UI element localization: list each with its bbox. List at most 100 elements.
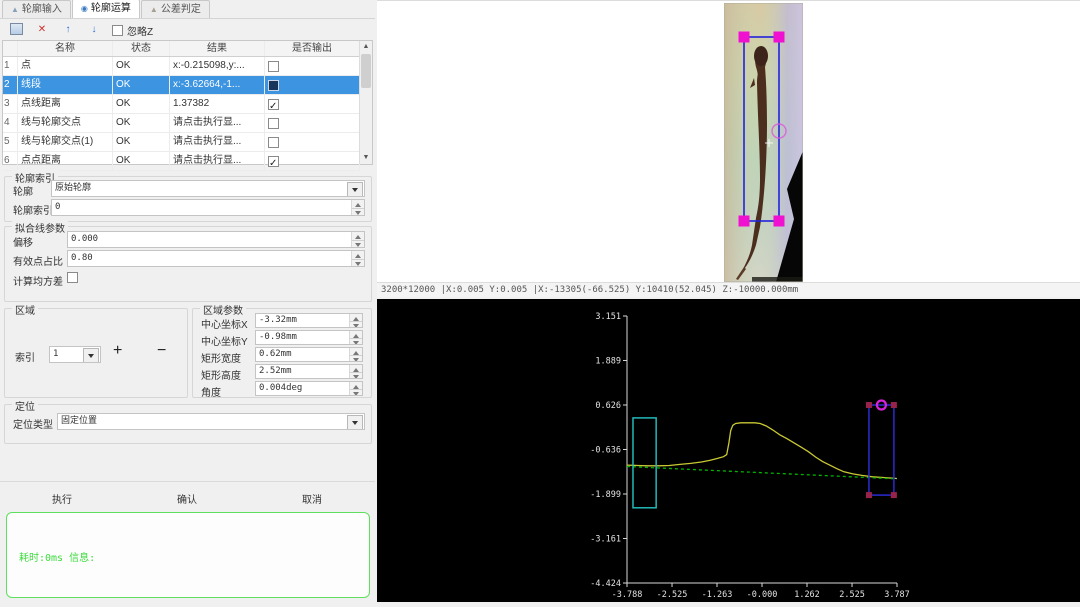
cancel-button[interactable]: 取消 (282, 491, 342, 506)
rms-checkbox[interactable] (67, 272, 78, 283)
spin-up-icon[interactable] (351, 200, 364, 208)
spin-down-icon[interactable] (351, 259, 364, 267)
spin-down-icon[interactable] (349, 338, 362, 345)
table-toolbar: ▾ ✕ ↑ ↓ 忽略Z (0, 21, 375, 39)
group-title: 定位 (12, 398, 38, 413)
camera-view[interactable] (377, 0, 1080, 283)
contour-index-group: 轮廓索引 轮廓 轮廓索引 原始轮廓 0 (4, 176, 372, 222)
measure-handle (866, 492, 872, 498)
col-header-output[interactable]: 是否输出 (265, 41, 360, 56)
rect-height-label: 矩形高度 (201, 367, 241, 382)
valid-ratio-input[interactable]: 0.80 (67, 250, 365, 267)
position-type-label: 定位类型 (13, 416, 53, 431)
output-checkbox[interactable] (268, 61, 279, 72)
spin-down-icon[interactable] (351, 208, 364, 216)
add-region-button[interactable]: + (113, 342, 122, 360)
table-row[interactable]: 4 线与轮廓交点 OK 请点击执行显... (3, 114, 360, 133)
delete-item-button[interactable]: ✕ (34, 23, 50, 37)
col-header-result[interactable]: 结果 (170, 41, 265, 56)
spin-down-icon[interactable] (349, 355, 362, 362)
contour-compute-icon: ◉ (81, 5, 88, 13)
spin-up-icon[interactable] (349, 382, 362, 389)
rect-height-input[interactable]: 2.52mm (255, 364, 363, 379)
ignore-z-label: 忽略Z (127, 23, 153, 38)
spin-up-icon[interactable] (351, 232, 364, 240)
region-index-select[interactable]: 1 (49, 346, 101, 363)
roi-corner-handles (739, 32, 785, 227)
y-tick-label: 1.889 (595, 356, 621, 366)
spin-down-icon[interactable] (349, 372, 362, 379)
remove-region-button[interactable]: − (157, 342, 166, 360)
ignore-z-checkbox[interactable] (112, 25, 123, 36)
x-tick-label: -3.788 (612, 590, 643, 600)
spin-up-icon[interactable] (349, 314, 362, 321)
measure-rect (869, 405, 894, 495)
tab-label: 轮廓输入 (22, 2, 62, 18)
rect-width-input[interactable]: 0.62mm (255, 347, 363, 362)
row-result: 请点击执行显... (170, 133, 265, 151)
measurement-table: 名称 状态 结果 是否输出 1 点 OK x:-0.215098,y:... 2… (2, 40, 373, 165)
row-status: OK (113, 57, 170, 75)
center-x-input[interactable]: -3.32mm (255, 313, 363, 328)
table-scrollbar[interactable]: ▲ ▼ (359, 41, 372, 164)
spin-up-icon[interactable] (349, 365, 362, 372)
tab-tolerance[interactable]: ▲ 公差判定 (141, 0, 210, 18)
output-checkbox[interactable] (268, 99, 279, 110)
measure-handle (891, 492, 897, 498)
output-checkbox[interactable] (268, 118, 279, 129)
spin-up-icon[interactable] (349, 348, 362, 355)
tab-contour-input[interactable]: ▲ 轮廓输入 (2, 0, 71, 18)
spin-down-icon[interactable] (349, 321, 362, 328)
rms-label: 计算均方差 (13, 273, 63, 288)
table-row[interactable]: 5 线与轮廓交点(1) OK 请点击执行显... (3, 133, 360, 152)
table-row[interactable]: 2 线段 OK x:-3.62664,-1... (3, 76, 360, 95)
output-checkbox[interactable] (268, 80, 279, 91)
x-tick-label: -0.000 (747, 590, 778, 600)
tab-bar: ▲ 轮廓输入 ◉ 轮廓运算 ▲ 公差判定 (0, 0, 375, 19)
table-row[interactable]: 3 点线距离 OK 1.37382 (3, 95, 360, 114)
move-up-button[interactable]: ↑ (60, 23, 76, 37)
spin-up-icon[interactable] (349, 331, 362, 338)
offset-input[interactable]: 0.000 (67, 231, 365, 248)
table-row[interactable]: 6 点点距离 OK 请点击执行显... (3, 152, 360, 171)
scroll-down-icon[interactable]: ▼ (360, 152, 372, 164)
output-checkbox[interactable] (268, 156, 279, 167)
col-header-name[interactable]: 名称 (18, 41, 113, 56)
position-type-select[interactable]: 固定位置 (57, 413, 365, 430)
add-item-button[interactable]: ▾ (8, 23, 24, 37)
table-header-row: 名称 状态 结果 是否输出 (3, 41, 360, 57)
spin-down-icon[interactable] (349, 389, 362, 396)
output-checkbox[interactable] (268, 137, 279, 148)
center-y-input[interactable]: -0.98mm (255, 330, 363, 345)
contour-select[interactable]: 原始轮廓 (51, 180, 365, 197)
confirm-button[interactable]: 确认 (157, 491, 217, 506)
plot-axes (627, 316, 897, 583)
execute-button[interactable]: 执行 (32, 491, 92, 506)
move-down-button[interactable]: ↓ (86, 23, 102, 37)
contour-index-input[interactable]: 0 (51, 199, 365, 216)
row-status: OK (113, 133, 170, 151)
chevron-down-icon[interactable] (347, 182, 363, 197)
angle-input[interactable]: 0.004deg (255, 381, 363, 396)
y-tick-label: -3.161 (590, 534, 621, 544)
scroll-thumb[interactable] (361, 54, 371, 88)
chevron-down-icon[interactable] (347, 415, 363, 430)
chevron-down-icon[interactable] (83, 348, 99, 363)
x-tick-label: -2.525 (657, 590, 688, 600)
scroll-up-icon[interactable]: ▲ (360, 41, 372, 53)
row-status: OK (113, 152, 170, 170)
tab-label: 公差判定 (161, 2, 201, 18)
spin-up-icon[interactable] (351, 251, 364, 259)
divider (0, 481, 375, 482)
table-row[interactable]: 1 点 OK x:-0.215098,y:... (3, 57, 360, 76)
spin-down-icon[interactable] (351, 240, 364, 248)
y-tick-label: -1.899 (590, 490, 621, 500)
contour-index-label: 轮廓索引 (13, 202, 53, 217)
profile-plot[interactable]: 3.1511.8890.626-0.636-1.899-3.161-4.424-… (377, 299, 1080, 602)
col-header-status[interactable]: 状态 (113, 41, 170, 56)
tab-contour-compute[interactable]: ◉ 轮廓运算 (72, 0, 140, 18)
contour-label: 轮廓 (13, 183, 33, 198)
valid-ratio-label: 有效点占比 (13, 253, 63, 268)
image-roi-overlay[interactable] (724, 3, 803, 282)
row-result: x:-3.62664,-1... (170, 76, 265, 94)
